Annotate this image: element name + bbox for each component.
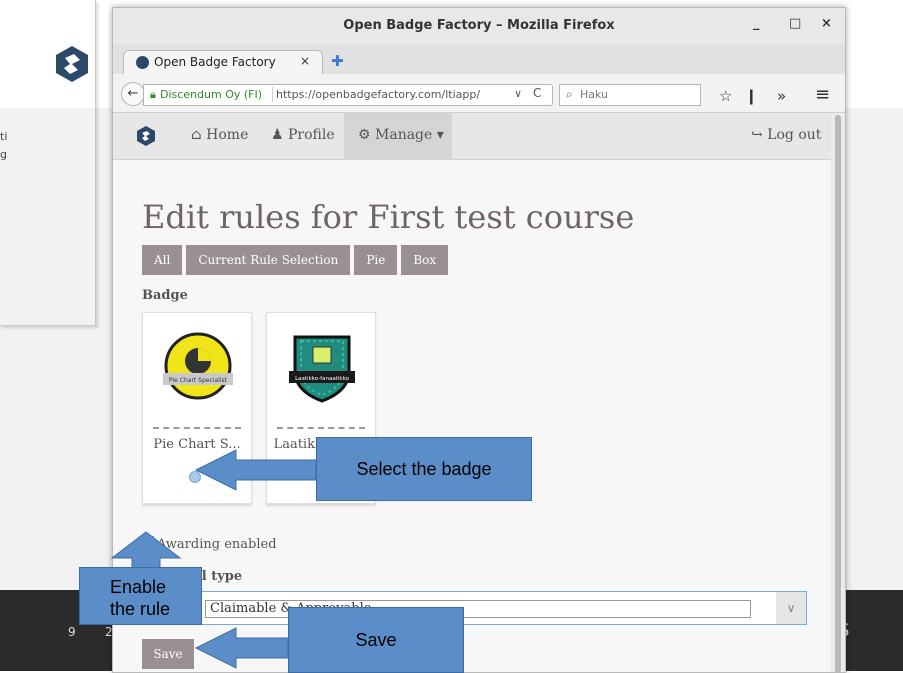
background-footer-number: 9 xyxy=(68,625,76,639)
hamburger-menu-icon[interactable]: ≡ xyxy=(815,84,830,105)
save-arrow xyxy=(194,627,289,669)
approval-type-value: Claimable & Approvable xyxy=(205,600,751,618)
firefox-window: Open Badge Factory – Mozilla Firefox _ □… xyxy=(112,7,846,673)
approval-type-select[interactable]: Claimable & Approvable ∨ xyxy=(142,591,807,625)
pie-chart-badge-icon: Pie Chart Specialist xyxy=(163,332,233,400)
badge-ribbon-text: Pie Chart Specialist xyxy=(169,377,228,384)
browser-tab[interactable]: Open Badge Factory × xyxy=(123,50,323,75)
nav-manage-dropdown[interactable]: ⚙ Manage ▾ xyxy=(358,127,444,143)
enable-rule-callout-line2: the rule xyxy=(110,599,171,619)
background-obf-logo-icon xyxy=(56,46,88,82)
minimize-button[interactable]: _ xyxy=(753,16,760,31)
web-content: ⌂ Home ♟ Profile ⚙ Manage ▾ ↪ Log out Ed… xyxy=(113,113,831,672)
new-tab-button[interactable]: ✚ xyxy=(331,52,344,70)
page-scrollbar[interactable] xyxy=(831,113,845,672)
url-separator xyxy=(272,87,273,102)
lock-icon: 🔒︎ xyxy=(150,88,156,101)
page-title: Edit rules for First test course xyxy=(142,198,635,236)
rule-filter-buttons: All Current Rule Selection Pie Box xyxy=(142,245,452,275)
maximize-button[interactable]: □ xyxy=(789,16,801,31)
overflow-menu-icon[interactable]: » xyxy=(777,87,786,105)
bookmark-star-icon[interactable]: ☆ xyxy=(719,87,732,105)
nav-profile-label: Profile xyxy=(288,127,335,143)
nav-profile[interactable]: ♟ Profile xyxy=(271,127,335,143)
scrollbar-thumb[interactable] xyxy=(835,115,841,672)
site-identity[interactable]: Discendum Oy (FI) xyxy=(160,88,262,101)
window-title: Open Badge Factory – Mozilla Firefox xyxy=(343,18,615,33)
select-badge-callout: Select the badge xyxy=(316,437,532,501)
tab-close-icon[interactable]: × xyxy=(300,54,310,68)
url-text[interactable]: https://openbadgefactory.com/ltiapp/ xyxy=(276,88,484,101)
card-divider xyxy=(277,427,365,429)
reload-icon[interactable]: C xyxy=(533,86,541,100)
enable-rule-arrow xyxy=(110,531,182,573)
url-bar[interactable]: 🔒︎ Discendum Oy (FI) https://openbadgefa… xyxy=(143,84,553,106)
back-button[interactable]: ← xyxy=(121,82,145,106)
enable-rule-callout-line1: Enable xyxy=(110,577,167,597)
obf-favicon-icon xyxy=(136,56,149,69)
filter-all-button[interactable]: All xyxy=(142,245,183,275)
tab-label: Open Badge Factory xyxy=(154,55,276,69)
save-callout-text: Save xyxy=(355,630,397,650)
save-button[interactable]: Save xyxy=(142,639,194,669)
chevron-down-icon[interactable]: ∨ xyxy=(776,592,806,624)
select-badge-arrow xyxy=(194,449,317,491)
enable-rule-callout: Enable the rule xyxy=(79,567,202,625)
laatikko-badge-icon: Laatikko-fanaatikko xyxy=(289,335,355,403)
nav-manage-label: Manage xyxy=(375,127,433,143)
badge-ribbon-text: Laatikko-fanaatikko xyxy=(295,376,350,382)
search-icon: ⌕ xyxy=(566,87,573,101)
nav-logout[interactable]: ↪ Log out xyxy=(751,127,821,143)
search-placeholder: Haku xyxy=(580,88,609,101)
card-divider xyxy=(153,427,241,429)
save-callout: Save xyxy=(288,607,464,673)
nav-logout-label: Log out xyxy=(767,127,822,143)
close-window-button[interactable]: × xyxy=(821,16,832,31)
background-text-line: ti xyxy=(0,130,8,143)
navigation-toolbar: ← 🔒︎ Discendum Oy (FI) https://openbadge… xyxy=(113,74,845,113)
reading-list-icon[interactable]: ❙ xyxy=(745,87,758,105)
window-titlebar[interactable]: Open Badge Factory – Mozilla Firefox _ □… xyxy=(113,8,845,44)
nav-home-label: Home xyxy=(206,127,249,143)
site-navbar: ⌂ Home ♟ Profile ⚙ Manage ▾ ↪ Log out xyxy=(113,113,831,160)
obf-logo-icon[interactable] xyxy=(135,125,157,147)
badge-section-label: Badge xyxy=(142,288,188,303)
select-badge-callout-text: Select the badge xyxy=(356,459,492,479)
nav-home[interactable]: ⌂ Home xyxy=(191,127,248,143)
background-text-line: g xyxy=(0,148,7,161)
search-field[interactable]: ⌕ Haku xyxy=(559,84,701,106)
filter-pie-button[interactable]: Pie xyxy=(354,245,398,275)
filter-box-button[interactable]: Box xyxy=(401,245,449,275)
filter-current-rule-selection-button[interactable]: Current Rule Selection xyxy=(186,245,351,275)
tab-strip: Open Badge Factory × ✚ xyxy=(113,44,845,75)
url-dropdown-icon[interactable]: ∨ xyxy=(514,87,522,100)
